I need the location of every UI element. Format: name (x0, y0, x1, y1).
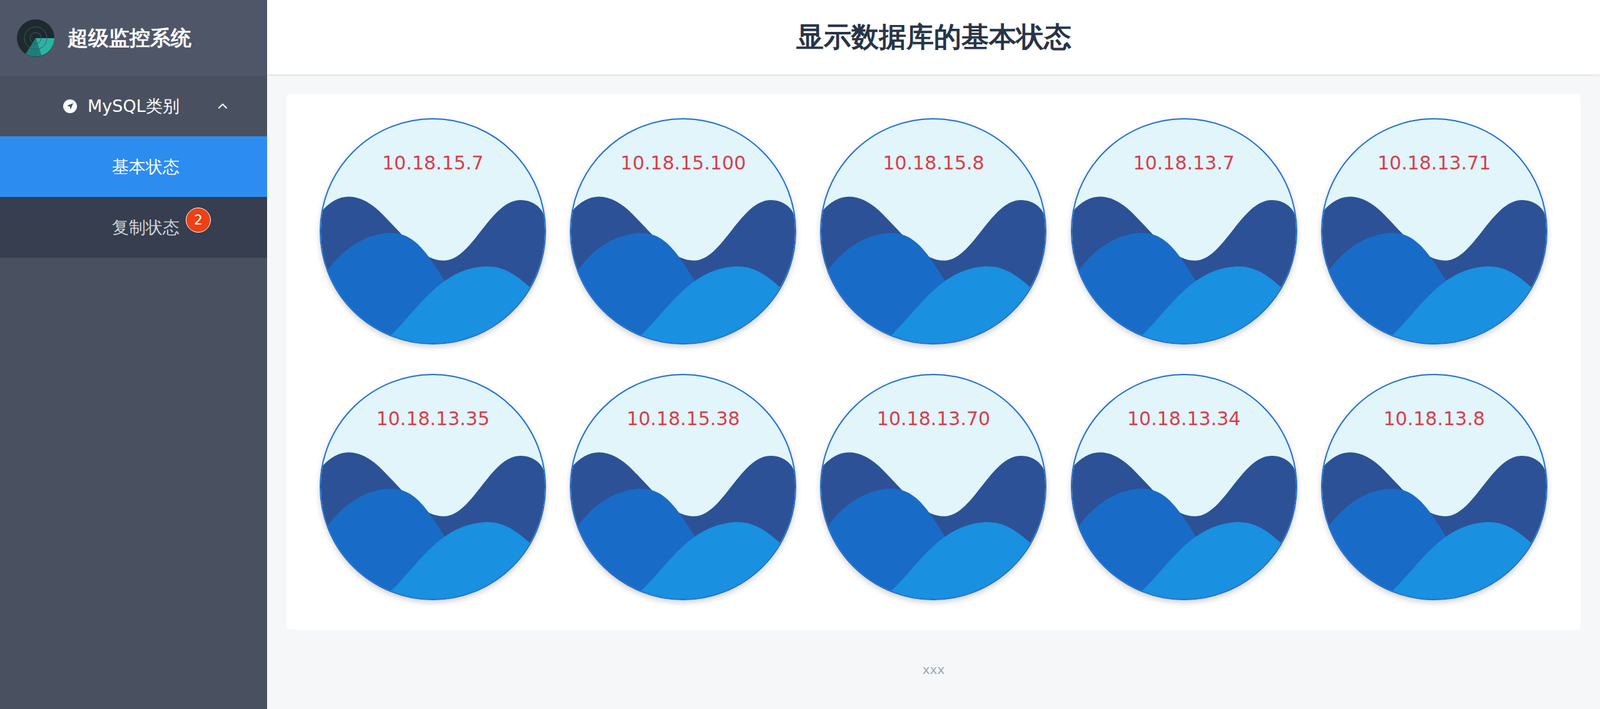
page: 超级监控系统 MySQL类别基本状态复制状态2 显示数据库的基本状态 10.18.15… (0, 0, 1600, 709)
menu-group[interactable]: MySQL类别 (0, 76, 268, 137)
server-cell: 10.18.13.35 (307, 374, 558, 601)
server-bubble[interactable]: 10.18.13.7 (1070, 118, 1298, 345)
sidebar-item[interactable]: 复制状态2 (0, 197, 268, 258)
server-cell: 10.18.15.38 (557, 374, 809, 601)
server-ip: 10.18.13.71 (1322, 151, 1547, 174)
server-cell: 10.18.13.7 (1058, 118, 1310, 345)
server-grid: 10.18.15.7 10.18.15.100 10.18.15.8 10.18.13… (307, 118, 1560, 601)
server-bubble[interactable]: 10.18.15.100 (569, 118, 797, 345)
menu-group-label: MySQL类别 (87, 95, 206, 118)
app-title: 超级监控系统 (67, 24, 192, 53)
server-ip: 10.18.13.34 (1072, 407, 1297, 430)
server-bubble[interactable]: 10.18.15.8 (820, 118, 1047, 345)
server-ip: 10.18.15.100 (571, 151, 795, 174)
server-cell: 10.18.13.70 (808, 374, 1059, 601)
server-bubble[interactable]: 10.18.13.34 (1070, 374, 1298, 601)
server-ip: 10.18.13.70 (821, 407, 1046, 430)
footer: xxx (267, 629, 1600, 709)
server-card: 10.18.15.7 10.18.15.100 10.18.15.8 10.18.13… (286, 93, 1581, 630)
server-ip: 10.18.13.35 (320, 407, 545, 430)
badge: 2 (185, 207, 211, 233)
server-bubble[interactable]: 10.18.13.8 (1321, 374, 1548, 601)
server-cell: 10.18.13.34 (1058, 374, 1310, 601)
sidebar: 超级监控系统 MySQL类别基本状态复制状态2 (0, 0, 268, 709)
navigation-icon (62, 98, 78, 114)
server-bubble[interactable]: 10.18.13.70 (820, 374, 1047, 601)
server-ip: 10.18.15.7 (320, 151, 545, 174)
chevron-icon (215, 99, 230, 114)
server-ip: 10.18.15.8 (821, 151, 1046, 174)
server-bubble[interactable]: 10.18.15.38 (569, 374, 797, 601)
server-bubble[interactable]: 10.18.13.35 (319, 374, 547, 601)
server-cell: 10.18.15.8 (808, 118, 1059, 345)
server-cell: 10.18.13.71 (1309, 118, 1560, 345)
server-ip: 10.18.15.38 (571, 407, 795, 430)
server-ip: 10.18.13.8 (1322, 407, 1547, 430)
server-cell: 10.18.13.8 (1309, 374, 1560, 601)
radar-logo-icon (16, 18, 56, 58)
server-cell: 10.18.15.100 (557, 118, 809, 345)
server-bubble[interactable]: 10.18.13.71 (1321, 118, 1548, 345)
page-title: 显示数据库的基本状态 (796, 18, 1072, 56)
sidebar-item[interactable]: 基本状态 (0, 136, 268, 198)
server-ip: 10.18.13.7 (1072, 151, 1297, 174)
server-bubble[interactable]: 10.18.15.7 (319, 118, 547, 345)
header: 显示数据库的基本状态 (267, 0, 1600, 75)
main: 显示数据库的基本状态10.18.15.710.18.15.10010.18.15… (267, 0, 1600, 709)
sidebar-item-label: 基本状态 (111, 155, 180, 179)
server-cell: 10.18.15.7 (307, 118, 558, 345)
brand[interactable]: 超级监控系统 (0, 0, 268, 77)
sidebar-item-label: 复制状态 (111, 216, 180, 239)
